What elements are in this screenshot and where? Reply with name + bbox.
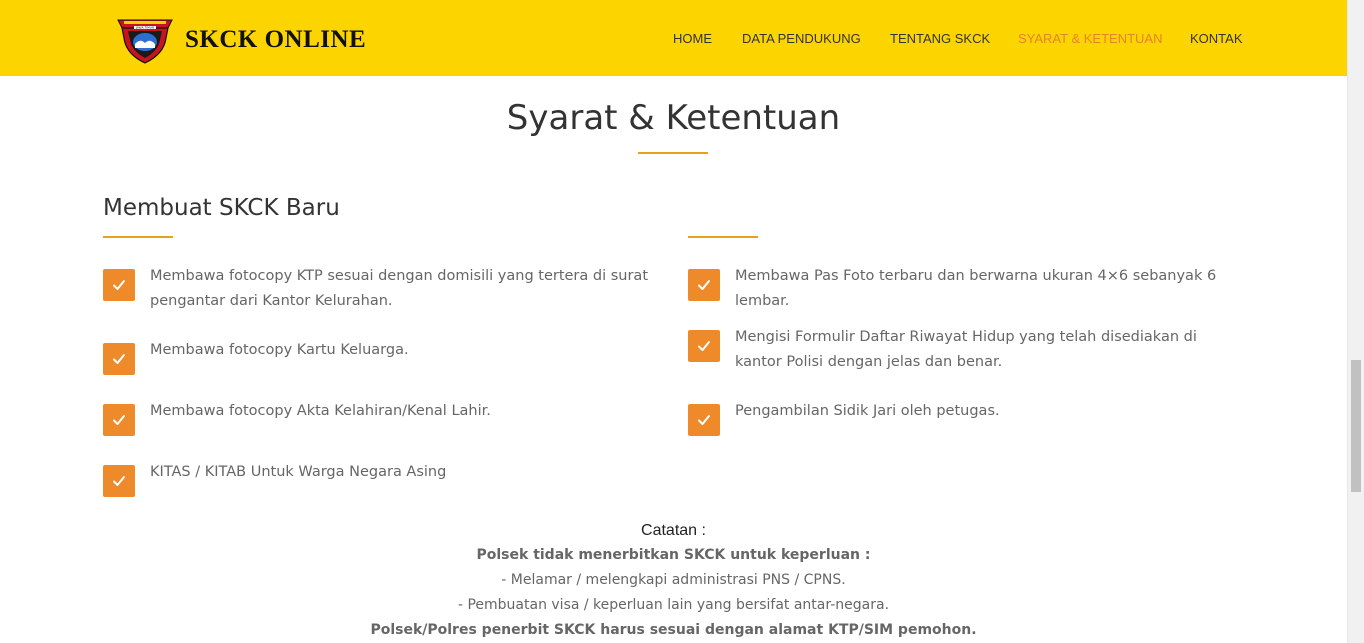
list-item-text: KITAS / KITAB Untuk Warga Negara Asing [150, 464, 447, 480]
list-item-text: Mengisi Formulir Daftar Riwayat Hidup ya… [735, 329, 1197, 370]
title-divider [638, 152, 708, 154]
list-item-text: Pengambilan Sidik Jari oleh petugas. [735, 403, 1000, 419]
list-item-text: Membawa Pas Foto terbaru dan berwarna uk… [735, 268, 1217, 309]
check-icon [103, 465, 135, 497]
section-divider-right [688, 236, 758, 238]
notes-line: - Pembuatan visa / keperluan lain yang b… [457, 597, 890, 613]
check-icon [103, 343, 135, 375]
section-divider-left [103, 236, 173, 238]
notes-title: Catatan : [641, 522, 706, 539]
check-icon [688, 269, 720, 301]
main-nav: HOME DATA PENDUKUNG TENTANG SKCK SYARAT … [0, 30, 1347, 48]
notes-block: Catatan : Polsek tidak menerbitkan SKCK … [0, 519, 1347, 643]
notes-line: - Melamar / melengkapi administrasi PNS … [501, 572, 846, 588]
nav-kontak[interactable]: KONTAK [1190, 30, 1243, 48]
nav-home[interactable]: HOME [673, 30, 712, 48]
section-heading: Membuat SKCK Baru [103, 195, 340, 221]
page-title: Syarat & Ketentuan [506, 98, 841, 138]
list-item-text: Membawa fotocopy Kartu Keluarga. [150, 342, 409, 358]
check-icon [103, 269, 135, 301]
check-icon [688, 404, 720, 436]
logo-text: JAWA TIMUR [135, 26, 154, 30]
scrollbar[interactable] [1347, 0, 1364, 643]
notes-line: Polsek tidak menerbitkan SKCK untuk kepe… [476, 547, 871, 563]
scrollbar-thumb[interactable] [1351, 360, 1361, 492]
check-icon [688, 330, 720, 362]
site-header: JAWA TIMUR SKCK ONLINE HOME DATA PENDUKU… [0, 0, 1347, 76]
nav-data-pendukung[interactable]: DATA PENDUKUNG [742, 30, 861, 48]
list-item-text: Membawa fotocopy KTP sesuai dengan domis… [150, 268, 649, 309]
notes-line: Polsek/Polres penerbit SKCK harus sesuai… [370, 622, 977, 638]
check-icon [103, 404, 135, 436]
nav-syarat-ketentuan[interactable]: SYARAT & KETENTUAN [1018, 30, 1162, 48]
list-item-text: Membawa fotocopy Akta Kelahiran/Kenal La… [150, 403, 491, 419]
page: JAWA TIMUR SKCK ONLINE HOME DATA PENDUKU… [0, 0, 1364, 643]
nav-tentang-skck[interactable]: TENTANG SKCK [890, 30, 990, 48]
